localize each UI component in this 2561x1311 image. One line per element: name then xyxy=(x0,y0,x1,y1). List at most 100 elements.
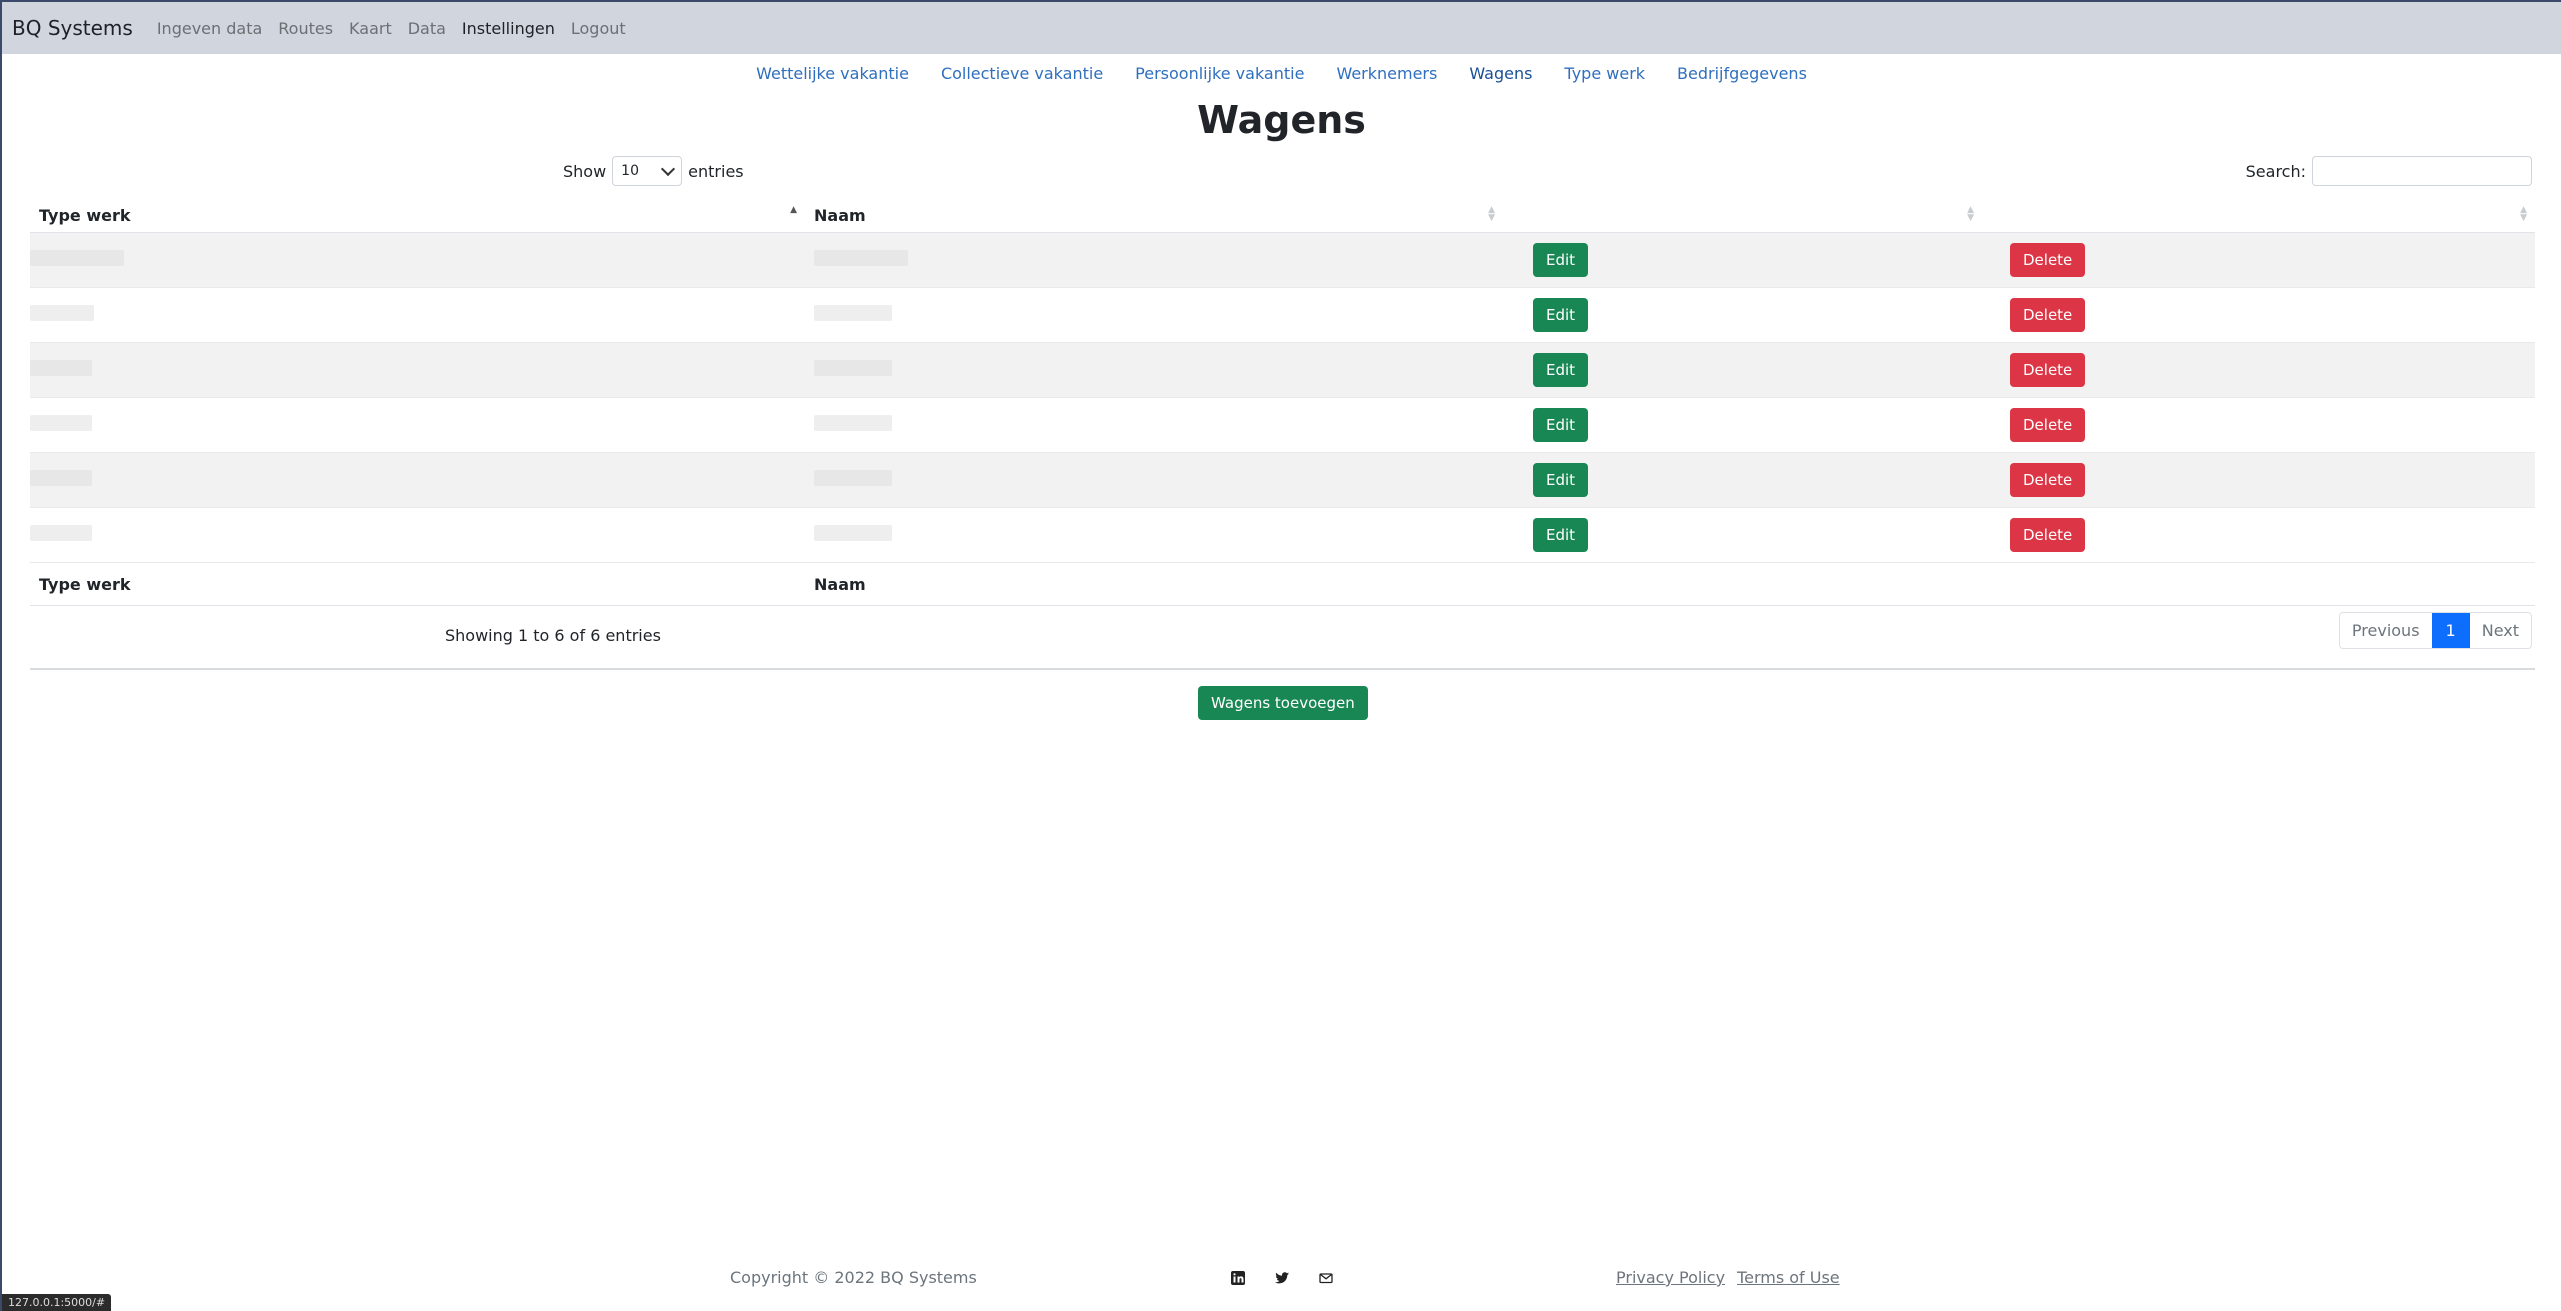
redacted-value xyxy=(30,250,124,266)
terms-of-use-link[interactable]: Terms of Use xyxy=(1737,1268,1840,1287)
header-type-werk-label: Type werk xyxy=(39,205,131,225)
page-title: Wagens xyxy=(1197,98,1366,142)
top-navbar: BQ Systems Ingeven data Routes Kaart Dat… xyxy=(2,2,2561,54)
social-links xyxy=(1230,1270,1334,1286)
sort-icon: ▲ ▼ xyxy=(2520,205,2527,223)
delete-button[interactable]: Delete xyxy=(2010,243,2086,277)
header-type-werk[interactable]: Type werk ▲ xyxy=(30,198,805,233)
delete-button[interactable]: Delete xyxy=(2010,353,2086,387)
header-delete[interactable]: ▲ ▼ xyxy=(1982,198,2535,233)
cell-type-werk xyxy=(30,452,805,508)
subnav-persoonlijke-vakantie[interactable]: Persoonlijke vakantie xyxy=(1119,64,1320,83)
table-row: Edit Delete xyxy=(30,287,2535,343)
delete-button[interactable]: Delete xyxy=(2010,463,2086,497)
cell-edit: Edit xyxy=(1503,507,1982,563)
search-input[interactable] xyxy=(2312,156,2532,186)
edit-button[interactable]: Edit xyxy=(1533,463,1589,497)
footer-empty xyxy=(1503,562,1982,606)
brand-logo[interactable]: BQ Systems xyxy=(12,16,133,40)
redacted-value xyxy=(814,525,892,541)
cell-delete: Delete xyxy=(1982,452,2535,508)
nav-logout[interactable]: Logout xyxy=(571,19,626,38)
wagens-table-wrapper: Type werk ▲ Naam ▲ ▼ ▲ ▼ ▲ ▼ Edit Delete… xyxy=(30,198,2535,606)
subnav-collectieve-vakantie[interactable]: Collectieve vakantie xyxy=(925,64,1119,83)
subnav-wettelijke-vakantie[interactable]: Wettelijke vakantie xyxy=(740,64,925,83)
nav-instellingen[interactable]: Instellingen xyxy=(462,19,555,38)
redacted-value xyxy=(814,415,892,431)
cell-delete: Delete xyxy=(1982,342,2535,398)
add-wagens-button[interactable]: Wagens toevoegen xyxy=(1198,686,1368,720)
nav-ingeven-data[interactable]: Ingeven data xyxy=(157,19,262,38)
wagens-table: Type werk ▲ Naam ▲ ▼ ▲ ▼ ▲ ▼ Edit Delete… xyxy=(30,198,2535,606)
redacted-value xyxy=(30,415,92,431)
table-header-row: Type werk ▲ Naam ▲ ▼ ▲ ▼ ▲ ▼ xyxy=(30,198,2535,233)
redacted-value xyxy=(30,305,94,321)
settings-subnav: Wettelijke vakantie Collectieve vakantie… xyxy=(2,64,2561,83)
table-footer-row: Type werk Naam xyxy=(30,562,2535,606)
edit-button[interactable]: Edit xyxy=(1533,243,1589,277)
nav-routes[interactable]: Routes xyxy=(278,19,333,38)
table-info: Showing 1 to 6 of 6 entries xyxy=(445,626,661,645)
redacted-value xyxy=(814,360,892,376)
edit-button[interactable]: Edit xyxy=(1533,518,1589,552)
delete-button[interactable]: Delete xyxy=(2010,518,2086,552)
cell-delete: Delete xyxy=(1982,232,2535,288)
page-length-control: Show 10 entries xyxy=(563,156,744,186)
table-row: Edit Delete xyxy=(30,507,2535,563)
cell-naam xyxy=(805,287,1503,343)
footer-links: Privacy Policy Terms of Use xyxy=(1616,1268,1840,1287)
table-body: Edit Delete Edit Delete Edit Delete Edit… xyxy=(30,232,2535,563)
edit-button[interactable]: Edit xyxy=(1533,353,1589,387)
pagination-page-1[interactable]: 1 xyxy=(2431,613,2470,648)
delete-button[interactable]: Delete xyxy=(2010,298,2086,332)
search-label: Search: xyxy=(2245,161,2306,181)
pagination-next[interactable]: Next xyxy=(2470,613,2531,648)
edit-button[interactable]: Edit xyxy=(1533,298,1589,332)
subnav-werknemers[interactable]: Werknemers xyxy=(1320,64,1453,83)
cell-delete: Delete xyxy=(1982,507,2535,563)
redacted-value xyxy=(30,470,92,486)
twitter-icon[interactable] xyxy=(1274,1270,1290,1286)
cell-edit: Edit xyxy=(1503,452,1982,508)
redacted-value xyxy=(814,470,892,486)
chevron-down-icon xyxy=(661,161,676,177)
subnav-wagens[interactable]: Wagens xyxy=(1453,64,1548,83)
sort-icon: ▲ ▼ xyxy=(1967,205,1974,223)
table-row: Edit Delete xyxy=(30,452,2535,508)
cell-naam xyxy=(805,397,1503,453)
cell-naam xyxy=(805,452,1503,508)
cell-type-werk xyxy=(30,232,805,288)
subnav-type-werk[interactable]: Type werk xyxy=(1548,64,1661,83)
cell-edit: Edit xyxy=(1503,342,1982,398)
redacted-value xyxy=(814,250,908,266)
header-edit[interactable]: ▲ ▼ xyxy=(1503,198,1982,233)
sort-icon: ▲ ▼ xyxy=(1488,205,1495,223)
cell-delete: Delete xyxy=(1982,287,2535,343)
redacted-value xyxy=(30,525,92,541)
nav-data[interactable]: Data xyxy=(408,19,446,38)
header-naam-label: Naam xyxy=(814,205,866,225)
nav-kaart[interactable]: Kaart xyxy=(349,19,392,38)
table-row: Edit Delete xyxy=(30,232,2535,288)
header-naam[interactable]: Naam ▲ ▼ xyxy=(805,198,1503,233)
cell-type-werk xyxy=(30,397,805,453)
edit-button[interactable]: Edit xyxy=(1533,408,1589,442)
cell-naam xyxy=(805,507,1503,563)
pagination-previous[interactable]: Previous xyxy=(2340,613,2432,648)
status-bar-url: 127.0.0.1:5000/# xyxy=(2,1294,112,1311)
cell-edit: Edit xyxy=(1503,232,1982,288)
cell-type-werk xyxy=(30,342,805,398)
copyright: Copyright © 2022 BQ Systems xyxy=(730,1268,977,1287)
subnav-bedrijfgegevens[interactable]: Bedrijfgegevens xyxy=(1661,64,1823,83)
cell-delete: Delete xyxy=(1982,397,2535,453)
table-row: Edit Delete xyxy=(30,397,2535,453)
section-divider xyxy=(30,668,2535,670)
page-length-value: 10 xyxy=(621,163,639,179)
mail-icon[interactable] xyxy=(1318,1270,1334,1286)
cell-edit: Edit xyxy=(1503,287,1982,343)
delete-button[interactable]: Delete xyxy=(2010,408,2086,442)
page-length-select[interactable]: 10 xyxy=(612,156,683,186)
linkedin-icon[interactable] xyxy=(1230,1270,1246,1286)
privacy-policy-link[interactable]: Privacy Policy xyxy=(1616,1268,1725,1287)
cell-naam xyxy=(805,342,1503,398)
